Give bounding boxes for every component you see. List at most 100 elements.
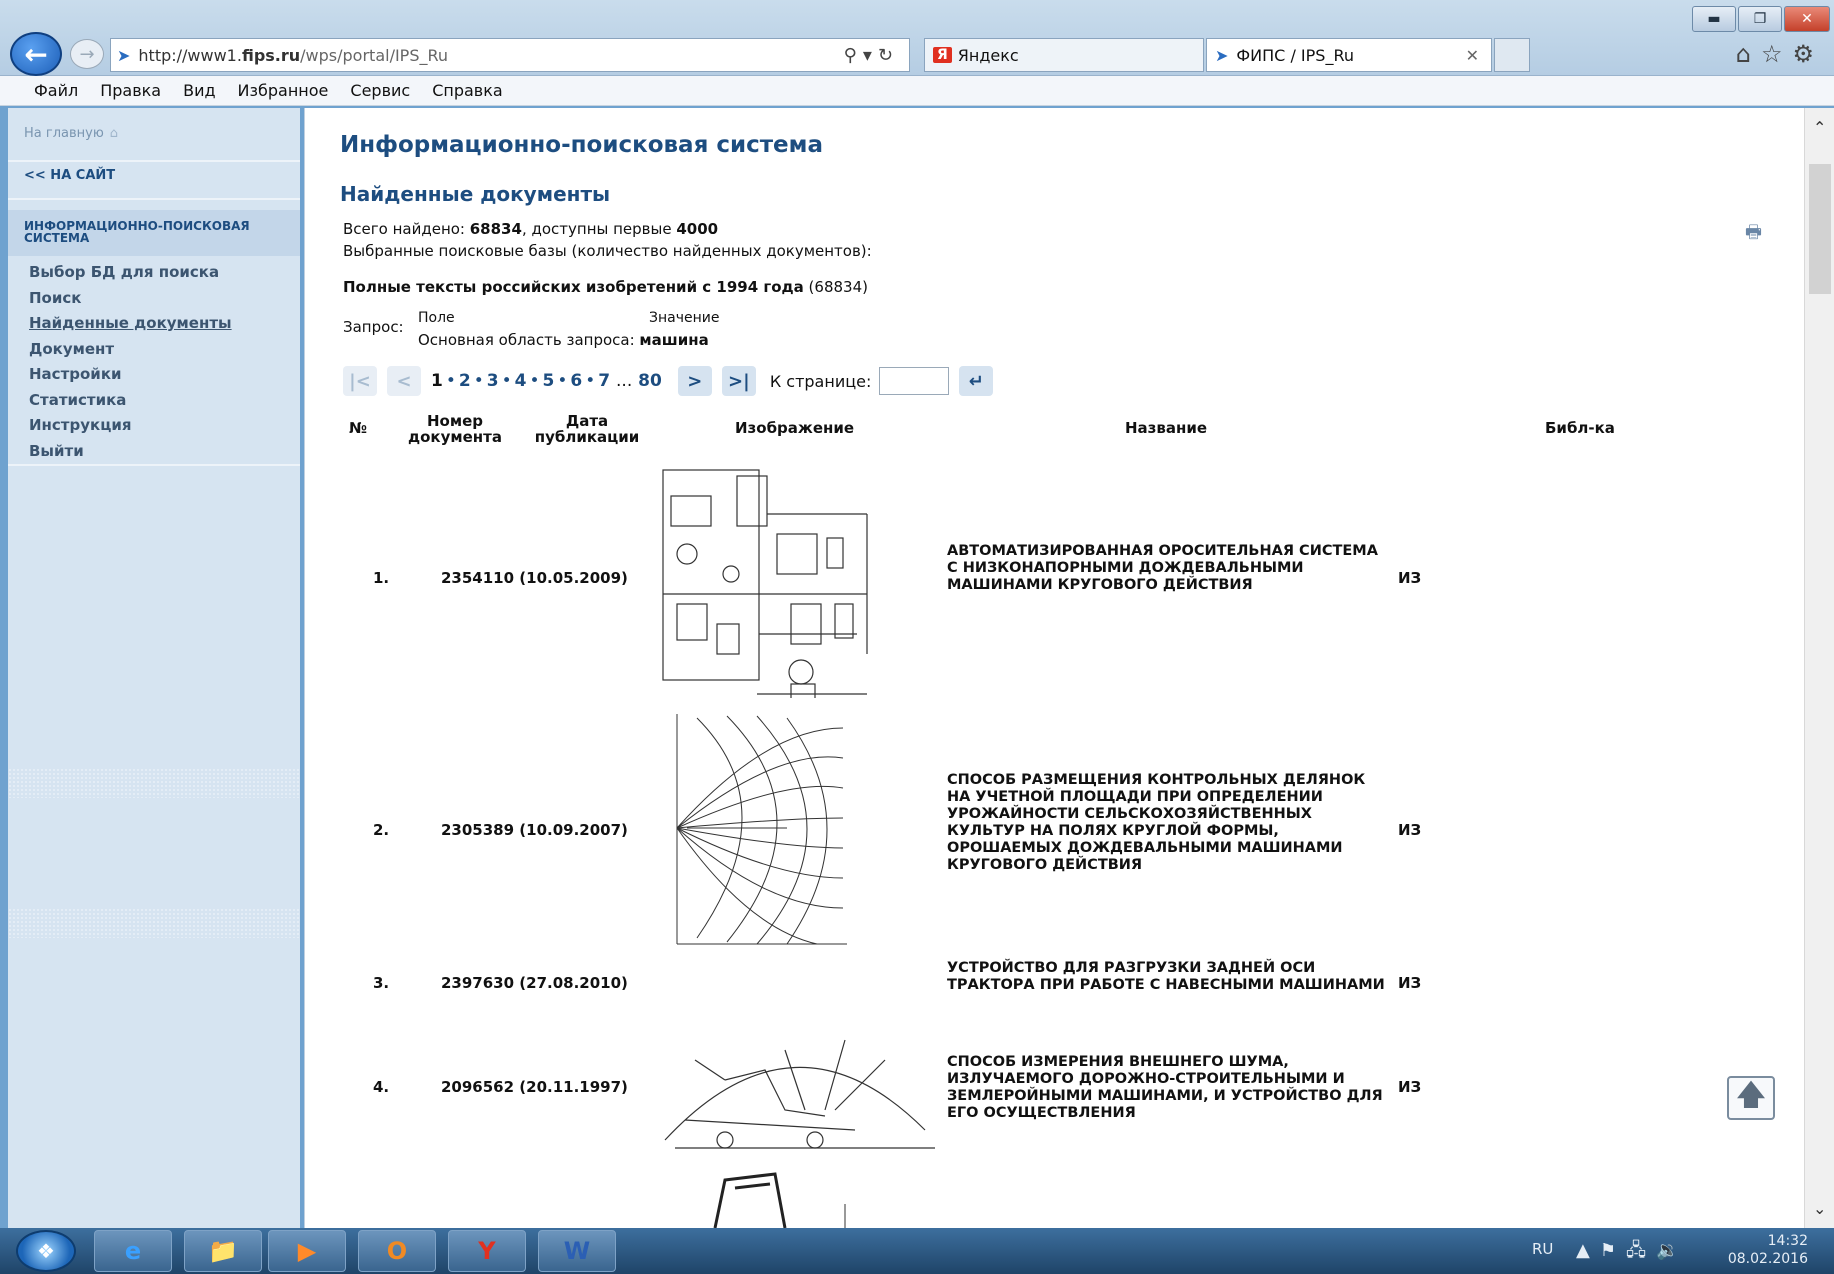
last-page-button[interactable]: >|: [721, 366, 756, 396]
sidebar-item-statistics[interactable]: Статистика: [29, 388, 232, 414]
flag-icon[interactable]: ⚑: [1600, 1240, 1626, 1261]
language-indicator[interactable]: RU: [1532, 1240, 1553, 1258]
close-window-icon[interactable]: ✕: [1784, 6, 1830, 32]
home-link-label: На главную: [24, 126, 104, 141]
word-icon[interactable]: W: [538, 1230, 616, 1272]
page-link-current[interactable]: 1: [431, 371, 443, 391]
file-explorer-icon[interactable]: 📁: [184, 1230, 262, 1272]
page-link[interactable]: 7: [598, 371, 610, 391]
sidebar-nav: Выбор БД для поиска Поиск Найденные доку…: [29, 260, 232, 464]
page-link[interactable]: 4: [515, 371, 527, 391]
page-ellipsis: ...: [616, 371, 633, 391]
row-number: 3.: [373, 974, 390, 992]
menu-favorites[interactable]: Избранное: [238, 81, 329, 100]
maximize-icon[interactable]: ❐: [1738, 6, 1782, 32]
page-link[interactable]: 3: [487, 371, 499, 391]
back-arrow-icon[interactable]: ←: [10, 32, 62, 76]
library-code: ИЗ: [1398, 821, 1422, 839]
document-title[interactable]: УСТРОЙСТВО ДЛЯ РАЗГРУЗКИ ЗАДНЕЙ ОСИ ТРАК…: [947, 960, 1387, 994]
url-text[interactable]: http://www1.fips.ru/wps/portal/IPS_Ru: [138, 46, 843, 65]
row-number: 4.: [373, 1078, 390, 1096]
sidebar-item-found-documents[interactable]: Найденные документы: [29, 311, 232, 337]
volume-icon[interactable]: 🔉: [1656, 1240, 1688, 1261]
forward-arrow-icon[interactable]: →: [70, 39, 104, 69]
document-title[interactable]: СПОСОБ ИЗМЕРЕНИЯ ВНЕШНЕГО ШУМА, ИЗЛУЧАЕМ…: [947, 1054, 1387, 1122]
document-title[interactable]: СПОСОБ РАЗМЕЩЕНИЯ КОНТРОЛЬНЫХ ДЕЛЯНОК НА…: [947, 772, 1387, 874]
outlook-icon[interactable]: O: [358, 1230, 436, 1272]
sidebar-item-document[interactable]: Документ: [29, 337, 232, 363]
prev-page-button[interactable]: <: [387, 366, 421, 396]
sidebar-item-instructions[interactable]: Инструкция: [29, 413, 232, 439]
network-icon[interactable]: 🖧: [1626, 1240, 1656, 1261]
page-link[interactable]: 2: [459, 371, 471, 391]
sidebar-home-link[interactable]: На главную ⌂: [24, 126, 118, 141]
sidebar: На главную ⌂ << НА САЙТ ИНФОРМАЦИОННО-ПОИ…: [8, 108, 300, 1228]
refresh-icon[interactable]: ↻: [878, 45, 899, 66]
show-hidden-icons[interactable]: ▲: [1576, 1240, 1600, 1261]
system-tray: ▲⚑🖧🔉: [1576, 1238, 1688, 1268]
menu-file[interactable]: Файл: [34, 81, 78, 100]
scrollbar-thumb[interactable]: [1809, 164, 1831, 294]
print-icon[interactable]: 🖶: [1745, 220, 1762, 250]
tab-close-icon[interactable]: ✕: [1466, 46, 1479, 65]
header-num: №: [349, 419, 368, 437]
document-link[interactable]: 2305389 (10.09.2007): [441, 821, 628, 839]
page-link-last[interactable]: 80: [638, 371, 662, 391]
tab-fips[interactable]: ➤ ФИПС / IPS_Ru ✕: [1206, 38, 1492, 72]
sidebar-item-db-select[interactable]: Выбор БД для поиска: [29, 260, 232, 286]
next-page-button[interactable]: >: [677, 366, 712, 396]
sidebar-item-settings[interactable]: Настройки: [29, 362, 232, 388]
menu-bar: Файл Правка Вид Избранное Сервис Справка: [0, 76, 1834, 106]
search-icon[interactable]: ⚲: [844, 45, 863, 66]
header-doc-number: Номер документа: [408, 412, 502, 446]
clock[interactable]: 14:32 08.02.2016: [1718, 1232, 1808, 1268]
menu-tools[interactable]: Сервис: [350, 81, 410, 100]
favorites-star-icon[interactable]: ☆: [1761, 40, 1793, 68]
document-title[interactable]: АВТОМАТИЗИРОВАННАЯ ОРОСИТЕЛЬНАЯ СИСТЕМА …: [947, 543, 1387, 594]
menu-view[interactable]: Вид: [183, 81, 215, 100]
pagination: |< < 1 • 2 • 3 • 4 • 5 • 6 • 7 ... 80 > >| К страниц…: [343, 364, 994, 398]
start-button-icon[interactable]: ❖: [16, 1230, 76, 1272]
tab-yandex[interactable]: Я Яндекс: [924, 38, 1204, 72]
document-link[interactable]: 2096562 (20.11.1997): [441, 1078, 628, 1096]
address-bar[interactable]: ➤ http://www1.fips.ru/wps/portal/IPS_Ru …: [110, 38, 910, 72]
scroll-to-top-button[interactable]: 🡅: [1727, 1076, 1775, 1120]
menu-edit[interactable]: Правка: [100, 81, 161, 100]
tab-label: ФИПС / IPS_Ru: [1236, 45, 1354, 65]
vertical-scrollbar[interactable]: ⌃ ⌄: [1804, 108, 1834, 1228]
bases-line: Выбранные поисковые базы (количество най…: [343, 242, 872, 260]
taskbar: ❖ e 📁 ▶ O Y W RU ▲⚑🖧🔉 14:32 08.02.2016: [0, 1228, 1834, 1274]
sidebar-item-logout[interactable]: Выйти: [29, 439, 232, 465]
new-tab-button[interactable]: [1494, 38, 1530, 72]
patent-image-thumbnail[interactable]: [685, 1168, 925, 1228]
page-link[interactable]: 6: [570, 371, 582, 391]
home-icon: ⌂: [109, 126, 119, 141]
gear-icon[interactable]: ⚙: [1792, 40, 1824, 68]
toolbar-icons: ⌂☆⚙: [1736, 40, 1824, 68]
patent-image-thumbnail[interactable]: [655, 1020, 945, 1160]
goto-page-input[interactable]: [879, 367, 950, 395]
page-links: 1 • 2 • 3 • 4 • 5 • 6 • 7 ... 80: [431, 371, 662, 391]
library-code: ИЗ: [1398, 974, 1422, 992]
goto-page-button[interactable]: ↵: [959, 366, 994, 396]
menu-help[interactable]: Справка: [432, 81, 503, 100]
minimize-icon[interactable]: ▬: [1692, 6, 1736, 32]
home-icon[interactable]: ⌂: [1736, 40, 1761, 68]
page-subtitle: Найденные документы: [340, 182, 611, 206]
scroll-down-icon[interactable]: ⌄: [1813, 1199, 1826, 1218]
back-to-site-link[interactable]: << НА САЙТ: [24, 168, 115, 183]
page-link[interactable]: 5: [543, 371, 555, 391]
scroll-up-icon[interactable]: ⌃: [1813, 118, 1826, 137]
divider: [8, 160, 300, 162]
internet-explorer-icon[interactable]: e: [94, 1230, 172, 1272]
first-page-button[interactable]: |<: [343, 366, 377, 396]
sidebar-item-search[interactable]: Поиск: [29, 286, 232, 312]
header-pub-date: Дата публикации: [534, 412, 640, 446]
document-link[interactable]: 2397630 (27.08.2010): [441, 974, 628, 992]
patent-image-thumbnail[interactable]: [657, 708, 853, 952]
document-link[interactable]: 2354110 (10.05.2009): [441, 569, 628, 587]
media-player-icon[interactable]: ▶: [268, 1230, 346, 1272]
address-controls[interactable]: ⚲▾↻: [844, 45, 909, 66]
patent-image-thumbnail[interactable]: [657, 454, 873, 698]
yandex-browser-icon[interactable]: Y: [448, 1230, 526, 1272]
